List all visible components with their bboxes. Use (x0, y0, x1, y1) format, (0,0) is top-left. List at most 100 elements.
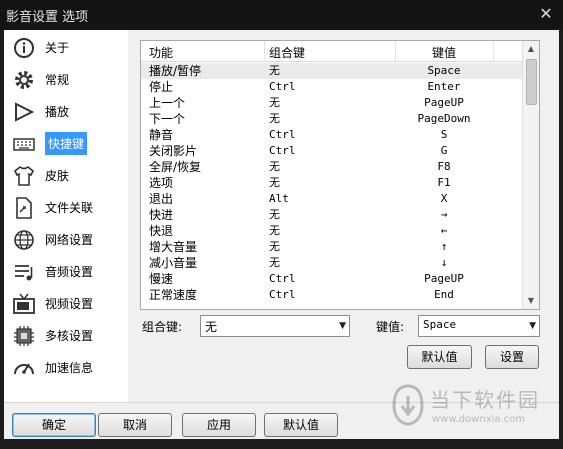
cpu-icon (14, 326, 34, 346)
cell-key: Enter (427, 80, 461, 93)
cell-function: 选项 (149, 176, 174, 190)
sidebar-item-hotkeys[interactable]: 快捷键 (8, 130, 126, 158)
table-row[interactable]: 快进 无 → (141, 207, 522, 223)
sidebar-item-label: 文件关联 (45, 201, 94, 215)
cell-function: 全屏/恢复 (149, 160, 202, 174)
sidebar-item-network[interactable]: 网络设置 (8, 226, 126, 254)
cell-modifier: 无 (269, 112, 280, 125)
cell-function: 退出 (149, 192, 174, 206)
cell-function: 播放/暂停 (149, 64, 202, 78)
cell-key: ↓ (440, 256, 448, 269)
sidebar-item-skin[interactable]: 皮肤 (8, 162, 126, 190)
table-row[interactable]: 增大音量 无 ↑ (141, 239, 522, 255)
default-button[interactable]: 默认值 (264, 413, 338, 437)
cancel-button[interactable]: 取消 (98, 413, 172, 437)
column-divider[interactable] (493, 41, 494, 61)
shortcut-rows: 播放/暂停无 Space 停止 Ctrl Enter 上一个无 PageUP 下一个无 Page… (141, 63, 522, 303)
column-header-function[interactable]: 功能 (149, 44, 173, 61)
dialog-body: 关于 常规 播放 快捷键 皮肤 文件关联 网络设置 音频设置 视频设置 多核设置… (4, 30, 559, 442)
table-row[interactable]: 播放/暂停 无 Space (141, 63, 522, 79)
table-row[interactable]: 停止 Ctrl Enter (141, 79, 522, 95)
modifier-select[interactable]: 无 ▼ (200, 315, 350, 337)
play-icon (15, 102, 35, 122)
gear-icon (15, 71, 33, 89)
file-link-icon (16, 197, 32, 219)
column-header-modifier[interactable]: 组合键 (269, 44, 305, 61)
cell-modifier: 无 (269, 208, 280, 221)
sidebar-item-video[interactable]: 视频设置 (8, 290, 126, 318)
sidebar-item-label: 音频设置 (45, 265, 94, 279)
speedometer-icon (14, 363, 34, 375)
key-value-select[interactable]: Space ▼ (418, 315, 540, 337)
sidebar-item-playback[interactable]: 播放 (8, 98, 126, 126)
table-row[interactable]: 快退 无 ← (141, 223, 522, 239)
sidebar-item-about[interactable]: 关于 (8, 34, 126, 62)
sidebar-item-multicore[interactable]: 多核设置 (8, 322, 126, 350)
table-row[interactable]: 静音 Ctrl S (141, 127, 522, 143)
sidebar-item-label: 皮肤 (45, 169, 70, 183)
info-icon (14, 38, 34, 58)
cell-key: PageUP (424, 96, 464, 109)
sidebar-item-general[interactable]: 常规 (8, 66, 126, 94)
list-scrollbar[interactable]: ▲ ▼ (522, 41, 539, 309)
sidebar-item-label: 加速信息 (45, 361, 94, 375)
table-row[interactable]: 下一个 无 PageDown (141, 111, 522, 127)
ok-button[interactable]: 确定 (12, 413, 96, 437)
reset-default-button[interactable]: 默认值 (407, 345, 472, 369)
cell-function: 上一个 (149, 96, 186, 110)
watermark-url: www.downxia.com (432, 414, 526, 425)
cell-key: S (440, 128, 448, 141)
table-row[interactable]: 选项 无 F1 (141, 175, 522, 191)
table-row[interactable]: 慢速 Ctrl PageUP (141, 271, 522, 287)
table-row[interactable]: 全屏/恢复 无 F8 (141, 159, 522, 175)
cell-modifier: 无 (269, 224, 280, 237)
sidebar-item-label: 视频设置 (45, 297, 94, 311)
sidebar-item-label: 快捷键 (45, 132, 88, 155)
cell-key: Space (427, 64, 461, 77)
cell-key: F1 (437, 176, 451, 189)
cell-modifier: 无 (269, 64, 280, 77)
shortcut-list[interactable]: 功能 组合键 键值 播放/暂停无 Space 停止 Ctrl Enter 上一个无 Page… (140, 40, 540, 310)
cell-modifier: Ctrl (269, 128, 296, 141)
scroll-down-icon[interactable]: ▼ (523, 293, 539, 309)
shirt-icon (13, 165, 35, 186)
scroll-thumb[interactable] (526, 59, 537, 105)
apply-button[interactable]: 应用 (182, 413, 256, 437)
audio-icon (15, 265, 33, 281)
set-button[interactable]: 设置 (485, 345, 539, 369)
cell-key: ← (440, 224, 448, 237)
cell-key: End (434, 288, 454, 301)
sidebar-item-label: 网络设置 (45, 233, 94, 247)
sidebar-item-file-association[interactable]: 文件关联 (8, 194, 126, 222)
cell-function: 停止 (149, 80, 174, 94)
chevron-down-icon: ▼ (529, 321, 536, 331)
table-row[interactable]: 退出 Alt X (141, 191, 522, 207)
cell-function: 快退 (149, 224, 174, 238)
watermark: 当下软件园 www.downxia.com (386, 382, 556, 442)
close-icon[interactable]: ✕ (537, 5, 555, 23)
cell-function: 关闭影片 (149, 144, 198, 158)
cell-modifier: 无 (269, 256, 280, 269)
watermark-logo-icon (392, 384, 424, 426)
key-value-select-value: Space (423, 318, 457, 331)
sidebar-item-acceleration[interactable]: 加速信息 (8, 354, 126, 382)
title-bar: 影音设置 选项 ✕ (0, 0, 563, 30)
cell-modifier: Ctrl (269, 144, 296, 157)
tv-icon (13, 293, 35, 314)
chevron-down-icon: ▼ (339, 321, 346, 331)
cell-key: G (440, 144, 448, 157)
table-row[interactable]: 正常速度 Ctrl End (141, 287, 522, 303)
table-row[interactable]: 关闭影片 Ctrl G (141, 143, 522, 159)
cell-modifier: 无 (269, 160, 280, 173)
sidebar-item-label: 常规 (45, 73, 70, 87)
table-row[interactable]: 减小音量 无 ↓ (141, 255, 522, 271)
scroll-up-icon[interactable]: ▲ (523, 41, 539, 57)
sidebar-item-audio[interactable]: 音频设置 (8, 258, 126, 286)
shortcut-list-header: 功能 组合键 键值 (141, 41, 522, 62)
column-divider[interactable] (264, 41, 265, 61)
sidebar-item-label: 关于 (45, 41, 70, 55)
watermark-text: 当下软件园 (430, 388, 540, 412)
column-header-key[interactable]: 键值 (395, 44, 493, 61)
table-row[interactable]: 上一个 无 PageUP (141, 95, 522, 111)
globe-icon (14, 230, 34, 250)
